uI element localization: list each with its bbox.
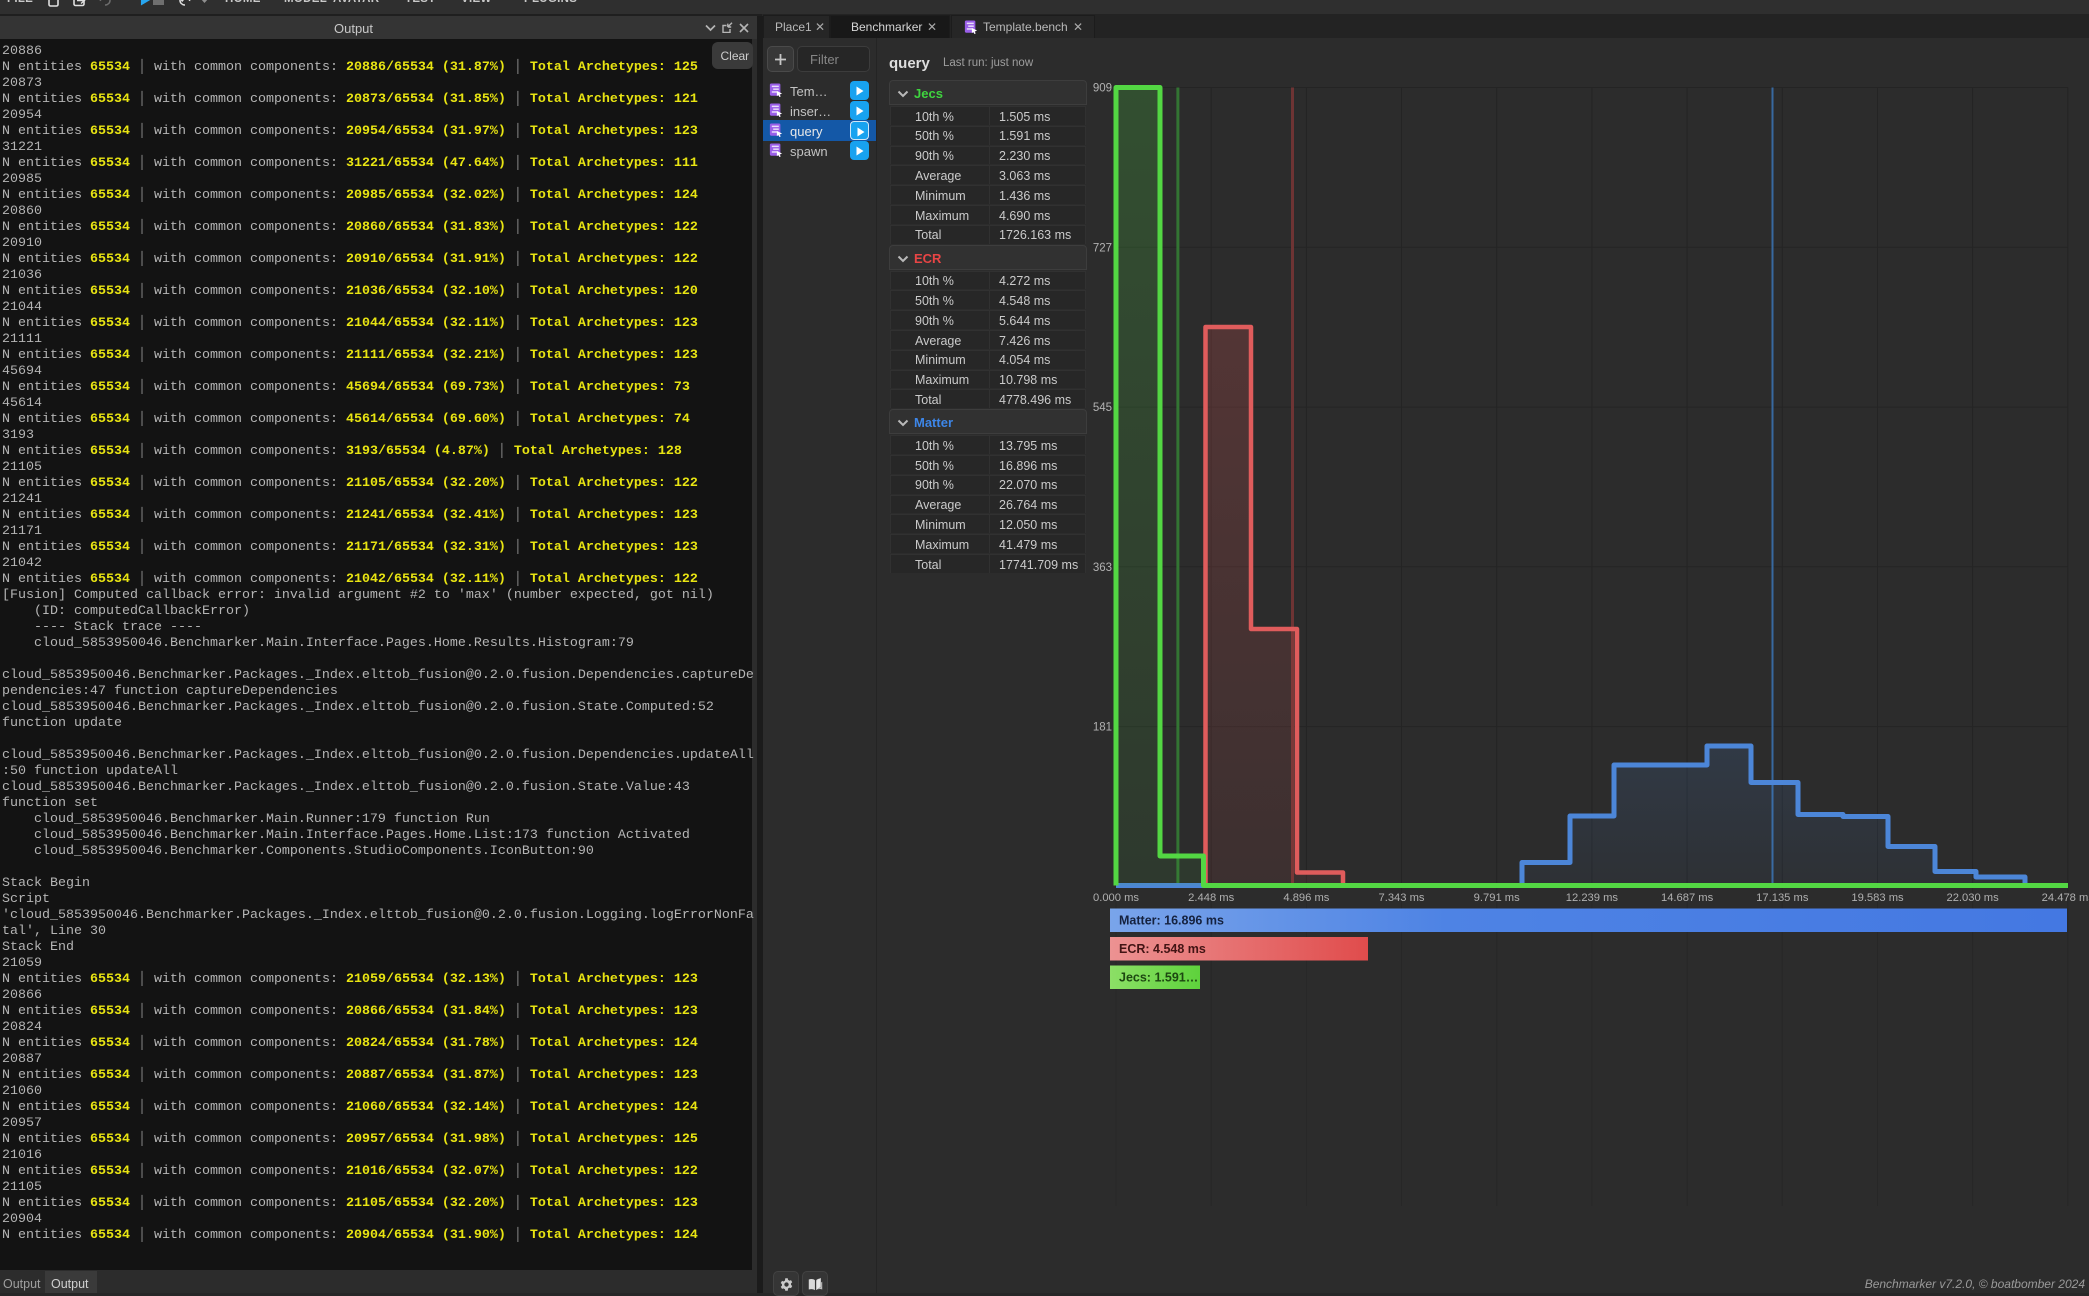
svg-text:181: 181 — [1093, 722, 1112, 734]
svg-text:12.239 ms: 12.239 ms — [1566, 892, 1619, 904]
svg-text:545: 545 — [1093, 402, 1112, 414]
svg-text:24.478 ms: 24.478 ms — [2042, 892, 2089, 904]
svg-text:Jecs: 1.591…: Jecs: 1.591… — [1119, 971, 1198, 985]
svg-text:0.000 ms: 0.000 ms — [1093, 892, 1139, 904]
svg-text:19.583 ms: 19.583 ms — [1851, 892, 1904, 904]
svg-text:22.030 ms: 22.030 ms — [1946, 892, 1999, 904]
svg-text:14.687 ms: 14.687 ms — [1661, 892, 1714, 904]
svg-text:4.896 ms: 4.896 ms — [1283, 892, 1329, 904]
svg-text:17.135 ms: 17.135 ms — [1756, 892, 1809, 904]
svg-text:909: 909 — [1093, 83, 1112, 95]
svg-text:9.791 ms: 9.791 ms — [1474, 892, 1520, 904]
svg-text:727: 727 — [1093, 242, 1112, 254]
svg-text:7.343 ms: 7.343 ms — [1378, 892, 1424, 904]
svg-text:363: 363 — [1093, 562, 1112, 574]
svg-text:2.448 ms: 2.448 ms — [1188, 892, 1234, 904]
svg-text:Matter: 16.896 ms: Matter: 16.896 ms — [1119, 914, 1224, 928]
svg-text:ECR: 4.548 ms: ECR: 4.548 ms — [1119, 942, 1206, 956]
